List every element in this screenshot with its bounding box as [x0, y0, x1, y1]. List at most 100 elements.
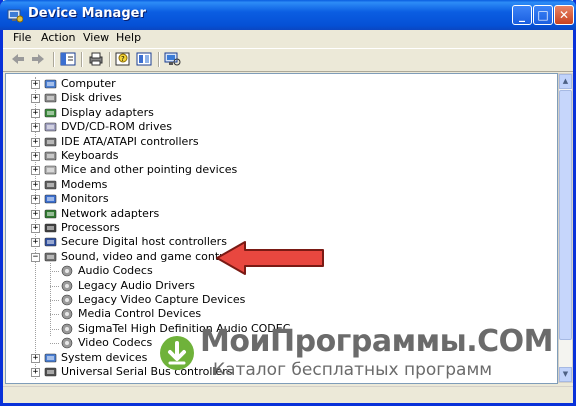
- tree-category-row[interactable]: + Keyboards: [6, 149, 546, 163]
- expand-toggle[interactable]: +: [31, 195, 40, 205]
- tree-category-row[interactable]: + IDE ATA/ATAPI controllers: [6, 135, 546, 149]
- scan-hardware-icon[interactable]: [163, 51, 181, 67]
- sound-icon: [44, 252, 57, 262]
- mouse-icon: [44, 166, 57, 175]
- title-bar[interactable]: Device Manager _ □ ✕: [0, 0, 576, 30]
- modem-icon: [44, 180, 57, 190]
- watermark-title: МоиПрограммы.COM: [200, 324, 554, 359]
- network-adapter-icon: [44, 209, 57, 218]
- sound-device-icon: [61, 265, 73, 277]
- toolbar-separator: [53, 52, 55, 67]
- keyboard-icon: [44, 151, 57, 161]
- tree-category-row[interactable]: + DVD/CD-ROM drives: [6, 120, 546, 134]
- tree-category-label: Processors: [61, 221, 120, 234]
- expand-toggle[interactable]: +: [31, 152, 40, 161]
- watermark-subtitle: Каталог бесплатных программ: [213, 360, 493, 380]
- tree-category-row[interactable]: + Monitors: [6, 192, 546, 206]
- scroll-thumb[interactable]: [559, 90, 572, 340]
- status-bar: [3, 386, 573, 404]
- scroll-up-arrow-icon[interactable]: ▲: [559, 74, 572, 89]
- tree-device-row[interactable]: Legacy Video Capture Devices: [6, 293, 546, 307]
- tree-branch-line: [50, 343, 59, 345]
- tree-category-row[interactable]: + Processors: [6, 221, 546, 235]
- tree-category-row[interactable]: + Disk drives: [6, 91, 546, 105]
- tree-category-row[interactable]: + Modems: [6, 178, 546, 192]
- tree-device-label: Legacy Video Capture Devices: [78, 293, 246, 306]
- tree-category-label: Computer: [61, 77, 116, 90]
- tree-branch-line: [50, 328, 59, 330]
- tree-branch-line: [50, 285, 59, 287]
- maximize-button[interactable]: □: [533, 5, 553, 25]
- tree-device-label: Legacy Audio Drivers: [78, 278, 195, 292]
- print-icon[interactable]: [87, 51, 105, 67]
- back-arrow-icon[interactable]: [9, 51, 27, 67]
- expand-toggle[interactable]: +: [31, 238, 40, 248]
- expand-toggle[interactable]: +: [31, 209, 40, 219]
- tree-device-label: Audio Codecs: [78, 264, 153, 278]
- svg-text:?: ?: [121, 55, 125, 63]
- toolbar: ?: [3, 48, 573, 72]
- tree-category-label: Network adapters: [61, 206, 160, 220]
- device-manager-icon: [7, 9, 23, 23]
- sound-device-icon: [61, 294, 73, 306]
- tree-category-row[interactable]: + Network adapters: [6, 207, 546, 221]
- download-badge-icon: [160, 336, 194, 370]
- menu-bar: File Action View Help: [3, 30, 573, 48]
- usb-icon: [44, 367, 57, 377]
- tree-child-connector-line: [50, 262, 51, 336]
- view-icon[interactable]: [135, 51, 153, 67]
- expand-toggle[interactable]: +: [31, 80, 40, 89]
- tree-device-label: Media Control Devices: [78, 307, 202, 321]
- system-devices-icon: [44, 353, 57, 362]
- sd-controller-icon: [44, 238, 57, 247]
- display-adapter-icon: [44, 108, 57, 118]
- sound-device-icon: [61, 309, 73, 320]
- toolbar-separator: [109, 52, 111, 67]
- menu-view[interactable]: View: [83, 31, 109, 44]
- sound-device-icon: [61, 280, 73, 291]
- ide-controller-icon: [44, 137, 57, 146]
- toolbar-separator: [158, 52, 160, 67]
- expand-toggle[interactable]: +: [31, 137, 40, 147]
- tree-category-label: Mice and other pointing devices: [61, 163, 238, 177]
- tree-category-row[interactable]: + Computer: [6, 77, 546, 91]
- expand-toggle[interactable]: +: [31, 353, 40, 363]
- annotation-arrow-icon: [216, 241, 324, 275]
- download-arrow-icon: [168, 341, 186, 365]
- expand-toggle[interactable]: +: [31, 224, 40, 233]
- disk-drive-icon: [44, 94, 57, 103]
- menu-action[interactable]: Action: [41, 31, 75, 44]
- toolbar-separator: [81, 52, 83, 67]
- tree-category-row[interactable]: + Display adapters: [6, 106, 546, 120]
- help-icon[interactable]: ?: [114, 51, 132, 67]
- tree-category-label: Modems: [61, 177, 108, 191]
- tree-category-label: Display adapters: [61, 105, 154, 119]
- properties-icon[interactable]: [59, 51, 77, 67]
- menu-help[interactable]: Help: [116, 31, 141, 44]
- expand-toggle[interactable]: +: [31, 368, 40, 377]
- tree-category-label: DVD/CD-ROM drives: [61, 120, 172, 134]
- expand-toggle[interactable]: +: [31, 166, 40, 176]
- collapse-toggle[interactable]: −: [31, 252, 40, 262]
- tree-device-row[interactable]: Legacy Audio Drivers: [6, 279, 546, 293]
- window-title: Device Manager: [28, 6, 146, 21]
- tree-device-row[interactable]: Media Control Devices: [6, 307, 546, 321]
- monitor-icon: [44, 194, 57, 204]
- tree-category-label: IDE ATA/ATAPI controllers: [61, 134, 199, 148]
- expand-toggle[interactable]: +: [31, 180, 40, 190]
- tree-branch-line: [50, 271, 59, 273]
- expand-toggle[interactable]: +: [31, 123, 40, 133]
- tree-category-label: Keyboards: [61, 149, 119, 162]
- tree-category-row[interactable]: + Mice and other pointing devices: [6, 163, 546, 177]
- tree-category-label: Monitors: [61, 192, 109, 206]
- menu-file[interactable]: File: [13, 31, 31, 44]
- tree-category-label: Disk drives: [61, 91, 122, 105]
- sound-device-icon: [61, 337, 73, 349]
- computer-icon: [44, 79, 57, 89]
- minimize-button[interactable]: _: [512, 5, 532, 25]
- expand-toggle[interactable]: +: [31, 108, 40, 118]
- close-button[interactable]: ✕: [554, 5, 574, 25]
- tree-category-label: Secure Digital host controllers: [61, 235, 227, 249]
- forward-arrow-icon[interactable]: [29, 51, 47, 67]
- expand-toggle[interactable]: +: [31, 94, 40, 104]
